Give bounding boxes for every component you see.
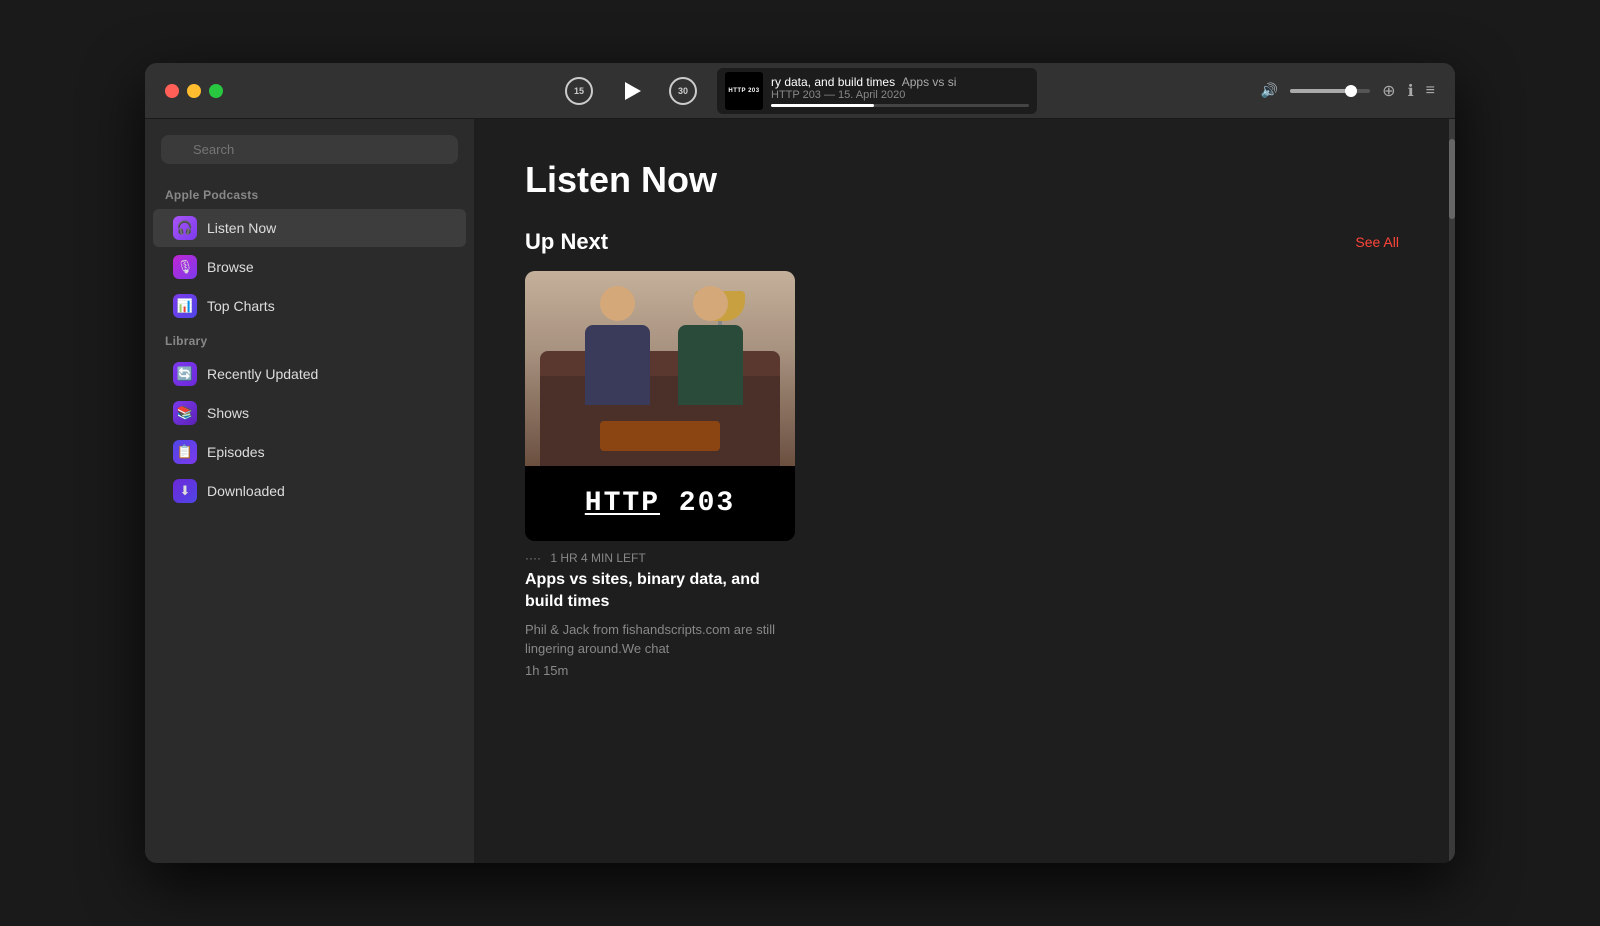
play-icon [625,82,641,100]
queue-icon[interactable]: ≡ [1426,82,1435,100]
app-window: 15 30 HTTP 203 ry data, and build times … [145,63,1455,863]
page-title: Listen Now [525,159,1399,201]
titlebar: 15 30 HTTP 203 ry data, and build times … [145,63,1455,119]
top-charts-icon: 📊 [173,294,197,318]
table-decoration [600,421,720,451]
sidebar-label-recently-updated: Recently Updated [207,366,318,382]
sidebar-item-top-charts[interactable]: 📊 Top Charts [153,287,466,325]
volume-slider[interactable] [1290,89,1370,93]
playback-controls: 15 30 HTTP 203 ry data, and build times … [563,68,1037,114]
volume-fill [1290,89,1346,93]
sidebar-label-episodes: Episodes [207,444,265,460]
now-playing-info: ry data, and build times Apps vs si HTTP… [771,75,1029,107]
sidebar-label-top-charts: Top Charts [207,298,275,314]
listen-now-icon: 🎧 [173,216,197,240]
person-left-body [585,325,650,405]
podcast-artwork: HTTP 203 [525,271,795,541]
search-input[interactable] [161,135,458,164]
now-playing-title: ry data, and build times Apps vs si [771,75,1029,89]
skip-forward-button[interactable]: 30 [667,75,699,107]
episode-duration: 1h 15m [525,663,795,678]
episode-description: Phil & Jack from fishandscripts.com are … [525,620,795,659]
volume-knob [1345,85,1357,97]
http203-logo-bar: HTTP 203 [525,466,795,541]
main-content: 🔍 Apple Podcasts 🎧 Listen Now 🎙 Browse 📊… [145,119,1455,863]
sidebar-item-recently-updated[interactable]: 🔄 Recently Updated [153,355,466,393]
episode-dots: ···· [525,551,541,565]
sidebar-section-apple-podcasts: Apple Podcasts [145,180,474,208]
scroll-thumb [1449,139,1455,219]
close-button[interactable] [165,84,179,98]
person-left [580,286,655,416]
podcast-mini-art: HTTP 203 [725,72,763,110]
search-container: 🔍 [145,135,474,180]
person-right-head [693,286,728,321]
minimize-button[interactable] [187,84,201,98]
mini-progress-bar[interactable] [771,104,1029,107]
episode-title: Apps vs sites, binary data, and build ti… [525,569,795,614]
sidebar: 🔍 Apple Podcasts 🎧 Listen Now 🎙 Browse 📊… [145,119,475,863]
scroll-indicator[interactable] [1449,119,1455,863]
http203-photo [525,271,795,466]
sidebar-label-listen-now: Listen Now [207,220,276,236]
sidebar-item-listen-now[interactable]: 🎧 Listen Now [153,209,466,247]
podcast-card[interactable]: HTTP 203 ···· 1 HR 4 MIN LEFT Apps vs si… [525,271,795,678]
sidebar-label-shows: Shows [207,405,249,421]
up-next-title: Up Next [525,229,608,255]
sidebar-item-browse[interactable]: 🎙 Browse [153,248,466,286]
sidebar-label-downloaded: Downloaded [207,483,285,499]
sidebar-section-library: Library [145,326,474,354]
episode-time-left: ···· 1 HR 4 MIN LEFT [525,551,795,565]
up-next-header: Up Next See All [525,229,1399,255]
person-right-body [678,325,743,405]
main-area: Listen Now Up Next See All [475,119,1449,863]
now-playing-widget[interactable]: HTTP 203 ry data, and build times Apps v… [717,68,1037,114]
http203-logo-text: HTTP 203 [585,488,735,519]
titlebar-right-controls: 🔊 ⊕ ℹ ≡ [1261,81,1435,101]
sidebar-label-browse: Browse [207,259,254,275]
now-playing-thumbnail: HTTP 203 [725,72,763,110]
http203-artwork: HTTP 203 [525,271,795,541]
shows-icon: 📚 [173,401,197,425]
search-wrapper: 🔍 [161,135,458,164]
now-playing-subtitle: HTTP 203 — 15. April 2020 [771,89,1029,101]
skip-back-button[interactable]: 15 [563,75,595,107]
play-button[interactable] [613,73,649,109]
browse-icon: 🎙 [173,255,197,279]
mini-progress-fill [771,104,874,107]
downloaded-icon: ⬇ [173,479,197,503]
info-icon[interactable]: ℹ [1408,81,1414,101]
airplay-icon[interactable]: ⊕ [1382,81,1395,101]
recently-updated-icon: 🔄 [173,362,197,386]
sidebar-item-episodes[interactable]: 📋 Episodes [153,433,466,471]
sidebar-item-shows[interactable]: 📚 Shows [153,394,466,432]
person-left-head [600,286,635,321]
maximize-button[interactable] [209,84,223,98]
sidebar-item-downloaded[interactable]: ⬇ Downloaded [153,472,466,510]
person-right [670,286,750,416]
episodes-icon: 📋 [173,440,197,464]
skip-back-icon: 15 [565,77,593,105]
skip-forward-icon: 30 [669,77,697,105]
volume-icon: 🔊 [1261,82,1278,99]
see-all-link[interactable]: See All [1355,234,1399,250]
traffic-lights [145,84,223,98]
